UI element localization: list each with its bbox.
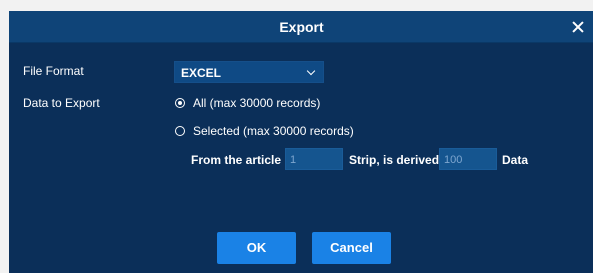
radio-selected[interactable]	[175, 126, 185, 136]
data-to-export-label: Data to Export	[23, 96, 100, 110]
export-dialog: Export File Format EXCEL Data to Export …	[9, 11, 593, 273]
file-format-value: EXCEL	[181, 66, 222, 80]
chevron-down-icon	[306, 66, 316, 76]
cancel-button[interactable]: Cancel	[312, 232, 391, 264]
radio-all-label[interactable]: All (max 30000 records)	[193, 96, 320, 110]
data-label: Data	[502, 153, 529, 167]
strip-label: Strip, is derived	[349, 153, 440, 167]
from-article-label: From the article	[191, 153, 282, 167]
from-article-input[interactable]: 1	[285, 148, 343, 170]
ok-button[interactable]: OK	[217, 232, 296, 264]
file-format-select[interactable]: EXCEL	[174, 61, 324, 83]
file-format-label: File Format	[23, 64, 84, 78]
radio-all[interactable]	[175, 98, 185, 108]
close-icon[interactable]	[572, 21, 584, 33]
strip-input[interactable]: 100	[439, 148, 497, 170]
radio-selected-label[interactable]: Selected (max 30000 records)	[193, 124, 354, 138]
dialog-title: Export	[279, 19, 324, 35]
dialog-titlebar: Export	[9, 11, 593, 43]
